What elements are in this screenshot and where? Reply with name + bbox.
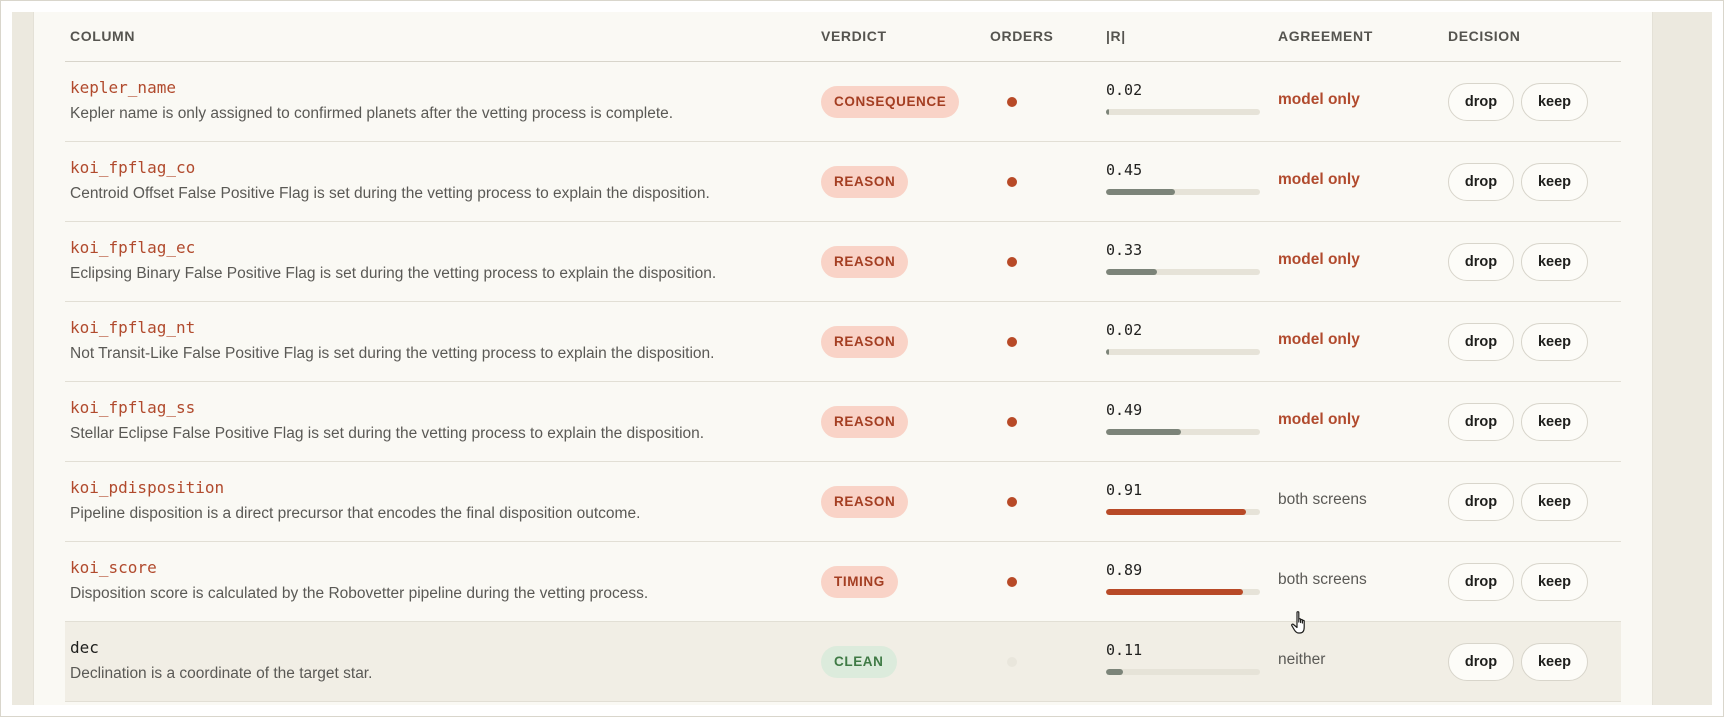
drop-button[interactable]: drop	[1448, 483, 1514, 521]
table-row: kepler_name Kepler name is only assigned …	[65, 62, 1621, 142]
drop-button[interactable]: drop	[1448, 163, 1514, 201]
agreement-label: model only	[1278, 411, 1360, 428]
header-orders: ORDERS	[990, 28, 1054, 44]
table-row: dec Declination is a coordinate of the ta…	[65, 622, 1621, 702]
r-bar-fill	[1106, 109, 1110, 115]
column-review-table: COLUMN VERDICT ORDERS |R| AGREEMENT DECI…	[65, 12, 1621, 702]
r-bar-fill	[1106, 429, 1182, 435]
column-description: Disposition score is calculated by the R…	[70, 585, 649, 602]
r-bar	[1106, 189, 1260, 195]
keep-button[interactable]: keep	[1521, 83, 1588, 121]
column-description: Kepler name is only assigned to confirme…	[70, 105, 674, 122]
column-description: Declination is a coordinate of the targe…	[70, 665, 373, 682]
orders-indicator	[1007, 657, 1017, 667]
r-value: 0.91	[1106, 481, 1143, 499]
orders-indicator	[1007, 97, 1017, 107]
r-bar	[1106, 269, 1260, 275]
agreement-label: both screens	[1278, 571, 1367, 588]
header-agreement: AGREEMENT	[1278, 28, 1373, 44]
verdict-badge: REASON	[821, 246, 909, 278]
drop-button[interactable]: drop	[1448, 403, 1514, 441]
r-bar	[1106, 589, 1260, 595]
r-bar-fill	[1106, 669, 1123, 675]
hand-pointer-cursor-icon	[1291, 611, 1305, 634]
table-row: koi_score Disposition score is calculated…	[65, 542, 1621, 622]
drop-button[interactable]: drop	[1448, 643, 1514, 681]
verdict-badge: CONSEQUENCE	[821, 86, 960, 118]
table-row: koi_fpflag_co Centroid Offset False Posit…	[65, 142, 1621, 222]
r-bar	[1106, 509, 1260, 515]
r-bar	[1106, 349, 1260, 355]
verdict-badge: REASON	[821, 326, 909, 358]
agreement-label: model only	[1278, 91, 1360, 108]
drop-button[interactable]: drop	[1448, 563, 1514, 601]
keep-button[interactable]: keep	[1521, 563, 1588, 601]
keep-button[interactable]: keep	[1521, 643, 1588, 681]
table-row: koi_fpflag_nt Not Transit-Like False Posi…	[65, 302, 1621, 382]
orders-indicator	[1007, 497, 1017, 507]
r-bar-fill	[1106, 589, 1244, 595]
r-value: 0.45	[1106, 161, 1143, 179]
header-decision: DECISION	[1448, 28, 1521, 44]
r-bar	[1106, 109, 1260, 115]
r-value: 0.11	[1106, 641, 1143, 659]
column-name: kepler_name	[70, 78, 176, 97]
keep-button[interactable]: keep	[1521, 403, 1588, 441]
r-value: 0.89	[1106, 561, 1143, 579]
header-verdict: VERDICT	[821, 28, 887, 44]
drop-button[interactable]: drop	[1448, 243, 1514, 281]
orders-indicator	[1007, 577, 1017, 587]
verdict-badge: REASON	[821, 406, 909, 438]
column-name: koi_fpflag_ec	[70, 238, 196, 257]
verdict-badge: CLEAN	[821, 646, 897, 678]
column-name: koi_pdisposition	[70, 478, 225, 497]
column-description: Pipeline disposition is a direct precurs…	[70, 505, 641, 522]
column-name: dec	[70, 638, 99, 657]
orders-indicator	[1007, 257, 1017, 267]
r-bar-fill	[1106, 269, 1157, 275]
column-name: koi_fpflag_nt	[70, 318, 196, 337]
orders-indicator	[1007, 417, 1017, 427]
keep-button[interactable]: keep	[1521, 163, 1588, 201]
r-bar	[1106, 669, 1260, 675]
r-value: 0.02	[1106, 81, 1143, 99]
agreement-label: both screens	[1278, 491, 1367, 508]
r-bar-fill	[1106, 509, 1247, 515]
r-value: 0.49	[1106, 401, 1143, 419]
agreement-label: model only	[1278, 251, 1360, 268]
verdict-badge: REASON	[821, 486, 909, 518]
keep-button[interactable]: keep	[1521, 323, 1588, 361]
column-description: Not Transit-Like False Positive Flag is …	[70, 345, 715, 362]
table-body: kepler_name Kepler name is only assigned …	[65, 62, 1621, 702]
verdict-badge: TIMING	[821, 566, 898, 598]
agreement-label: neither	[1278, 651, 1326, 668]
table-row: koi_fpflag_ec Eclipsing Binary False Posi…	[65, 222, 1621, 302]
leakage-review-panel: COLUMN VERDICT ORDERS |R| AGREEMENT DECI…	[33, 12, 1653, 705]
agreement-label: model only	[1278, 331, 1360, 348]
column-description: Eclipsing Binary False Positive Flag is …	[70, 265, 717, 282]
r-value: 0.33	[1106, 241, 1143, 259]
keep-button[interactable]: keep	[1521, 243, 1588, 281]
column-description: Centroid Offset False Positive Flag is s…	[70, 185, 710, 202]
column-name: koi_score	[70, 558, 157, 577]
drop-button[interactable]: drop	[1448, 323, 1514, 361]
header-r: |R|	[1106, 28, 1126, 44]
header-column: COLUMN	[70, 28, 136, 44]
agreement-label: model only	[1278, 171, 1360, 188]
column-name: koi_fpflag_co	[70, 158, 196, 177]
r-bar	[1106, 429, 1260, 435]
r-bar-fill	[1106, 349, 1110, 355]
keep-button[interactable]: keep	[1521, 483, 1588, 521]
orders-indicator	[1007, 337, 1017, 347]
column-name: koi_fpflag_ss	[70, 398, 196, 417]
table-row: koi_fpflag_ss Stellar Eclipse False Posit…	[65, 382, 1621, 462]
r-value: 0.02	[1106, 321, 1143, 339]
r-bar-fill	[1106, 189, 1176, 195]
table-row: koi_pdisposition Pipeline disposition is …	[65, 462, 1621, 542]
verdict-badge: REASON	[821, 166, 909, 198]
table-header: COLUMN VERDICT ORDERS |R| AGREEMENT DECI…	[65, 12, 1621, 62]
orders-indicator	[1007, 177, 1017, 187]
drop-button[interactable]: drop	[1448, 83, 1514, 121]
column-description: Stellar Eclipse False Positive Flag is s…	[70, 425, 705, 442]
